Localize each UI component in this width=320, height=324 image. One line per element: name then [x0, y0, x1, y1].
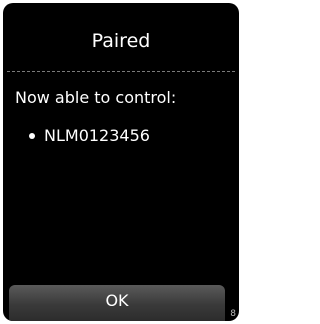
ok-button[interactable]: OK	[9, 285, 225, 321]
device-screen: Paired Now able to control: NLM0123456 O…	[3, 3, 239, 321]
bullet-icon	[29, 133, 35, 139]
controlled-devices-heading: Now able to control:	[15, 88, 177, 107]
device-id-label: NLM0123456	[44, 126, 150, 145]
controlled-device-list: NLM0123456	[3, 125, 239, 147]
dashed-divider	[7, 71, 235, 72]
page-number: 8	[230, 309, 236, 319]
list-item: NLM0123456	[3, 125, 239, 147]
page-title: Paired	[91, 30, 151, 52]
